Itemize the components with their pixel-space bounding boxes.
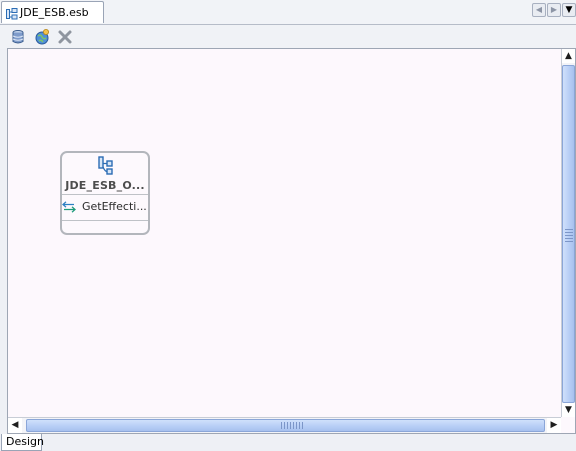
exchange-arrows-icon <box>62 201 76 213</box>
vertical-scroll-thumb[interactable] <box>562 65 575 403</box>
arrow-left-icon: ◀ <box>11 420 19 430</box>
vertical-scrollbar[interactable]: ▲ ▼ <box>561 49 575 417</box>
scroll-tabs-left-button[interactable]: ◀ <box>532 3 546 17</box>
tab-jde-esb[interactable]: JDE_ESB.esb <box>1 1 104 23</box>
scroll-up-button[interactable]: ▲ <box>562 49 575 63</box>
scroll-left-button[interactable]: ◀ <box>8 418 22 433</box>
delete-icon[interactable] <box>56 28 74 46</box>
horizontal-scroll-thumb[interactable] <box>26 419 545 432</box>
dropdown-icon: ▼ <box>565 5 573 15</box>
arrow-down-icon: ▼ <box>565 405 572 415</box>
scroll-tabs-right-button[interactable]: ▶ <box>547 3 561 17</box>
tab-design[interactable]: Design <box>1 434 44 451</box>
esb-service-icon <box>98 156 113 175</box>
editor-tab-strip: JDE_ESB.esb ◀ ▶ ▼ <box>0 0 576 25</box>
diagram-toolbar <box>0 25 576 49</box>
node-divider <box>62 220 148 221</box>
operation-label: GetEffecti... <box>82 200 147 213</box>
grip-icon <box>565 228 573 242</box>
tab-list-button[interactable]: ▼ <box>562 3 576 17</box>
chevron-right-icon: ▶ <box>550 5 558 14</box>
operation-row[interactable]: GetEffecti... <box>62 196 148 216</box>
database-icon[interactable] <box>9 28 27 46</box>
scroll-down-button[interactable]: ▼ <box>562 403 575 417</box>
node-divider <box>62 194 148 195</box>
arrow-right-icon: ▶ <box>550 420 558 430</box>
node-title: JDE_ESB_O... <box>65 179 145 192</box>
scroll-right-button[interactable]: ▶ <box>547 418 561 433</box>
tab-label: JDE_ESB.esb <box>20 6 89 19</box>
horizontal-scrollbar[interactable]: ◀ ▶ <box>8 417 561 433</box>
editor-bottom-tabs: Design <box>0 434 576 451</box>
esb-service-node[interactable]: JDE_ESB_O... GetEffecti... <box>60 151 150 235</box>
esb-file-icon <box>6 8 18 20</box>
diagram-canvas[interactable]: JDE_ESB_O... GetEffecti... <box>8 49 561 417</box>
arrow-up-icon: ▲ <box>565 51 572 61</box>
diagram-canvas-frame: JDE_ESB_O... GetEffecti... ▲ ▼ ◀ ▶ <box>7 48 576 434</box>
chevron-left-icon: ◀ <box>535 5 543 14</box>
globe-service-icon[interactable] <box>33 28 51 46</box>
grip-icon <box>281 422 303 429</box>
